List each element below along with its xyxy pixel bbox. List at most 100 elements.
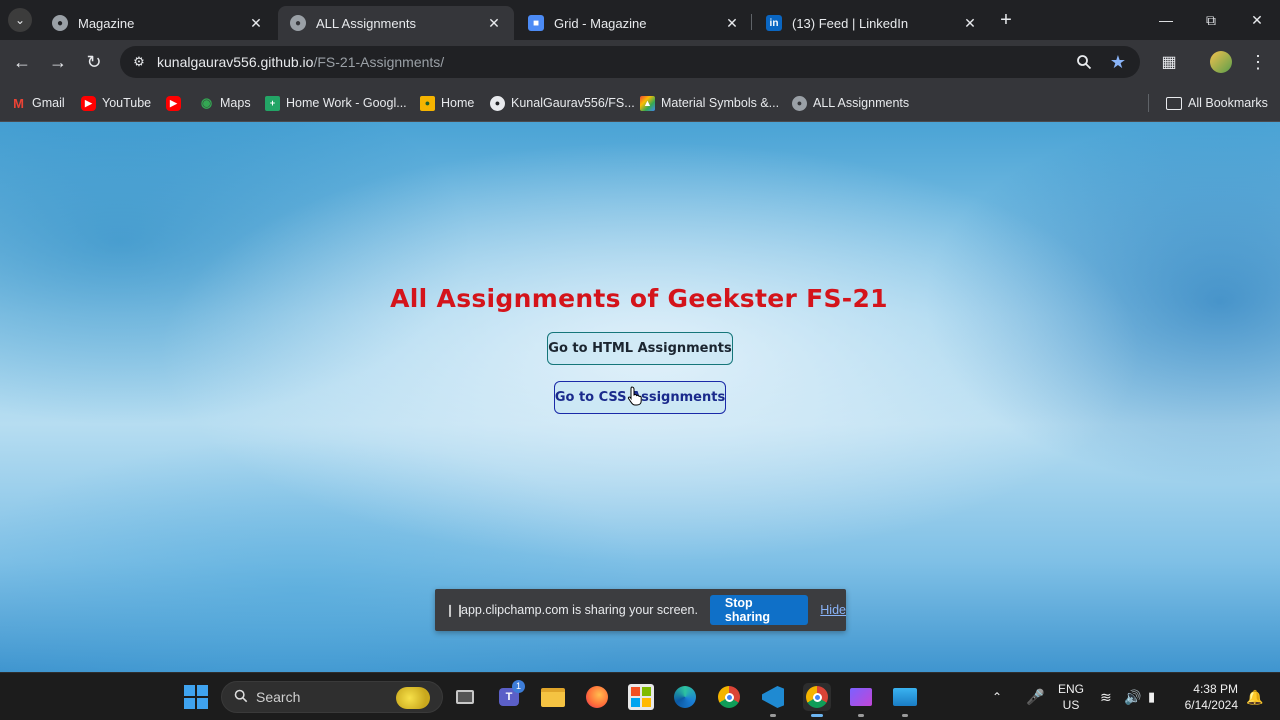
firefox-logo — [586, 686, 608, 708]
bookmark-youtube[interactable]: ▶ YouTube — [81, 92, 151, 114]
clipchamp-logo — [850, 688, 872, 706]
tab-grid-magazine[interactable]: ■ Grid - Magazine ✕ — [516, 6, 752, 40]
google-classroom-icon: ● — [420, 95, 435, 111]
bookmark-label: Material Symbols &... — [661, 96, 780, 110]
tab-magazine[interactable]: ● Magazine ✕ — [40, 6, 276, 40]
close-icon[interactable]: ✕ — [724, 15, 740, 31]
drag-handle-icon[interactable]: ❙❙ — [445, 603, 465, 617]
menu-kebab-icon[interactable]: ⋮ — [1246, 50, 1270, 74]
bookmark-label: Gmail — [32, 96, 65, 110]
youtube-icon: ▶ — [81, 95, 96, 111]
url-host: kunalgaurav556.github.io — [157, 54, 314, 70]
vscode-icon[interactable] — [759, 683, 787, 717]
share-message: app.clipchamp.com is sharing your screen… — [461, 603, 698, 617]
notification-badge: 1 — [512, 680, 525, 693]
minimize-icon[interactable]: — — [1151, 8, 1181, 32]
extensions-puzzle-icon[interactable]: ▦ — [1157, 50, 1181, 74]
contacts-icon: ■ — [528, 15, 544, 31]
new-tab-plus-icon[interactable]: + — [996, 10, 1016, 30]
chrome-profile-icon[interactable] — [803, 683, 831, 717]
clipchamp-icon[interactable] — [847, 683, 875, 717]
bookmark-home-work[interactable]: + Home Work - Googl... — [265, 92, 407, 114]
back-arrow-icon[interactable]: ← — [10, 50, 34, 74]
vscode-logo — [762, 686, 784, 708]
screen-share-bar: ❙❙ app.clipchamp.com is sharing your scr… — [435, 589, 846, 631]
html-assignments-button[interactable]: Go to HTML Assignments — [547, 332, 733, 365]
bookmark-maps[interactable]: ◉ Maps — [199, 92, 251, 114]
bookmark-material-symbols[interactable]: ▲ Material Symbols &... — [640, 92, 779, 114]
tab-title: Grid - Magazine — [554, 15, 647, 31]
site-info-tune-icon[interactable]: ⚙ — [130, 53, 148, 71]
youtube-icon: ▶ — [166, 95, 181, 111]
address-bar[interactable]: ⚙ kunalgaurav556.github.io/FS-21-Assignm… — [120, 46, 1140, 78]
bookmark-github[interactable]: ● KunalGaurav556/FS... — [490, 92, 635, 114]
notification-bell-icon[interactable]: 🔔 — [1246, 673, 1263, 720]
all-bookmarks-button[interactable]: All Bookmarks — [1166, 92, 1268, 114]
wifi-icon[interactable]: ≋ — [1100, 673, 1112, 720]
bookmark-label: ALL Assignments — [813, 96, 910, 110]
store-logo — [628, 684, 654, 710]
volume-icon[interactable]: 🔊 — [1124, 673, 1141, 720]
reload-icon[interactable]: ↻ — [82, 50, 106, 74]
bookmark-label: Home Work - Googl... — [286, 96, 407, 110]
remote-desktop-logo — [893, 688, 917, 706]
tab-all-assignments[interactable]: ● ALL Assignments ✕ — [278, 6, 514, 40]
url-text[interactable]: kunalgaurav556.github.io/FS-21-Assignmen… — [157, 54, 444, 70]
language-line1: ENG — [1057, 682, 1084, 696]
folder-icon — [1166, 96, 1182, 110]
language-indicator[interactable]: ENG US — [1057, 681, 1085, 713]
tab-strip: ⌄ ● Magazine ✕ ● ALL Assignments ✕ ■ Gri… — [0, 0, 1280, 40]
edge-icon[interactable] — [671, 683, 699, 711]
tab-title: ALL Assignments — [316, 15, 416, 31]
time: 4:38 PM — [1193, 682, 1238, 696]
teams-icon[interactable]: T 1 — [495, 680, 525, 711]
firefox-icon[interactable] — [583, 683, 611, 711]
bookmark-gmail[interactable]: M Gmail — [11, 92, 65, 114]
task-view-icon[interactable] — [451, 683, 479, 711]
microphone-icon[interactable]: 🎤 — [1026, 673, 1045, 720]
bookmarks-bar: M Gmail ▶ YouTube ▶ ◉ Maps + Home Work -… — [0, 84, 1280, 122]
edge-logo — [674, 686, 696, 708]
close-icon[interactable]: ✕ — [486, 15, 502, 31]
close-icon[interactable]: ✕ — [248, 15, 264, 31]
clock[interactable]: 4:38 PM 6/14/2024 — [1180, 681, 1238, 713]
start-windows-icon[interactable] — [182, 683, 210, 711]
chrome-icon[interactable] — [715, 683, 743, 711]
windows-taskbar: Search T 1 ⌃ 🎤 ENG US ≋ 🔊 ▮ 4:38 PM 6/14… — [0, 672, 1280, 720]
bookmark-label: Maps — [220, 96, 251, 110]
microsoft-store-icon[interactable] — [627, 683, 655, 711]
maps-pin-icon: ◉ — [200, 95, 213, 110]
taskbar-search[interactable]: Search — [221, 681, 443, 713]
zoom-magnifier-icon[interactable] — [1074, 52, 1094, 72]
restore-icon[interactable]: ⧉ — [1196, 8, 1226, 32]
hide-link[interactable]: Hide — [820, 603, 846, 617]
bookmark-home[interactable]: ● Home — [420, 92, 474, 114]
bookmark-youtube-icon-only[interactable]: ▶ — [166, 92, 187, 114]
window-close-icon[interactable]: ✕ — [1242, 8, 1272, 32]
gmail-icon: M — [13, 95, 24, 111]
google-sheets-icon: + — [265, 95, 280, 111]
tab-linkedin[interactable]: in (13) Feed | LinkedIn ✕ — [754, 6, 990, 40]
material-symbols-icon: ▲ — [640, 95, 655, 111]
forward-arrow-icon[interactable]: → — [46, 50, 70, 74]
globe-icon: ● — [792, 95, 807, 111]
remote-desktop-icon[interactable] — [891, 683, 919, 717]
search-label: Search — [256, 689, 301, 705]
date: 6/14/2024 — [1184, 698, 1238, 712]
avatar[interactable] — [1210, 51, 1232, 73]
battery-icon[interactable]: ▮ — [1148, 673, 1155, 720]
close-icon[interactable]: ✕ — [962, 15, 978, 31]
search-icon — [234, 689, 248, 706]
tab-search-chevron-icon[interactable]: ⌄ — [8, 8, 32, 32]
windows-logo-icon — [184, 685, 208, 709]
globe-icon: ● — [290, 15, 306, 31]
bookmark-star-icon[interactable]: ★ — [1108, 52, 1128, 72]
stop-sharing-button[interactable]: Stop sharing — [709, 595, 809, 625]
bookmark-all-assignments[interactable]: ● ALL Assignments — [792, 92, 909, 114]
file-explorer-icon[interactable] — [539, 683, 567, 711]
globe-icon: ● — [52, 15, 68, 31]
search-highlight-decoration-icon — [396, 687, 430, 709]
show-hidden-icons-chevron-icon[interactable]: ⌃ — [992, 673, 1002, 720]
github-icon: ● — [490, 95, 505, 111]
bookmarks-divider — [1148, 94, 1149, 112]
